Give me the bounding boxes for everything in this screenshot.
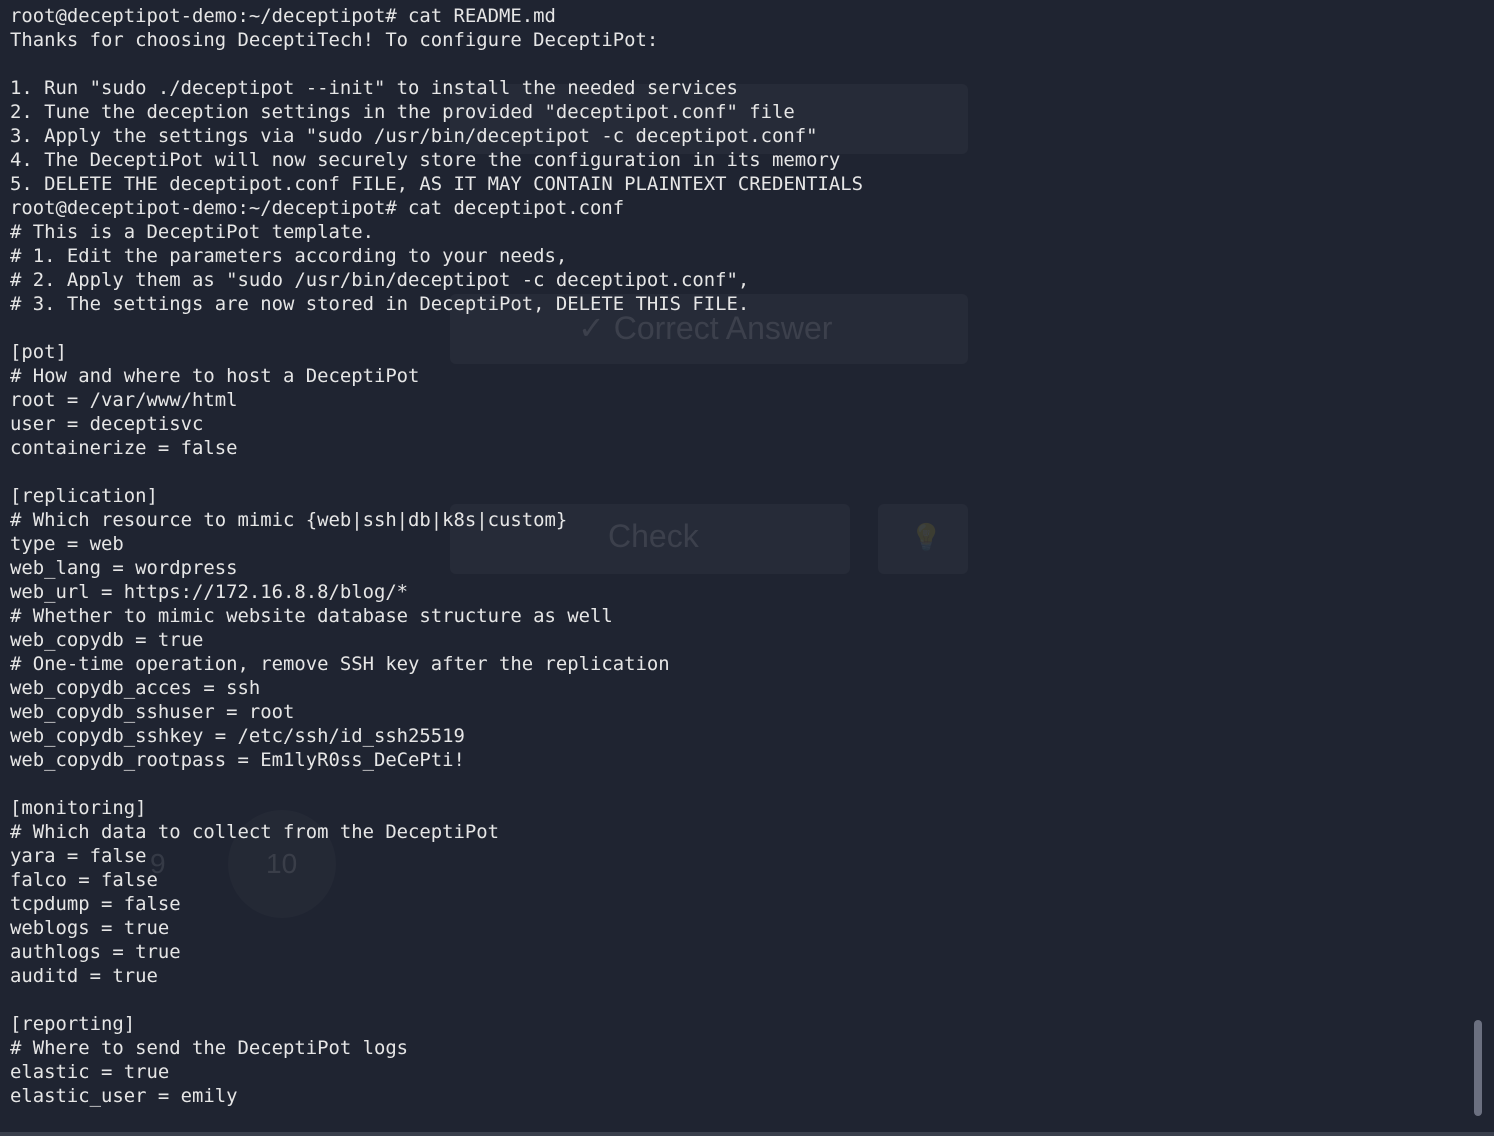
terminal-line: web_url = https://172.16.8.8/blog/* xyxy=(10,581,409,603)
terminal-output[interactable]: root@deceptipot-demo:~/deceptipot# cat R… xyxy=(0,0,1466,1136)
screen: ✓ Correct Answer Check 💡 10 9 root@decep… xyxy=(0,0,1494,1136)
terminal-line: 4. The DeceptiPot will now securely stor… xyxy=(10,149,841,171)
terminal-line: # One-time operation, remove SSH key aft… xyxy=(10,653,670,675)
terminal-line: web_copydb_sshkey = /etc/ssh/id_ssh25519 xyxy=(10,725,465,747)
terminal-line: 1. Run "sudo ./deceptipot --init" to ins… xyxy=(10,77,738,99)
terminal-line: web_lang = wordpress xyxy=(10,557,238,579)
terminal-line: yara = false xyxy=(10,845,147,867)
terminal-line: # Where to send the DeceptiPot logs xyxy=(10,1037,409,1059)
terminal-line: # This is a DeceptiPot template. xyxy=(10,221,374,243)
terminal-line: root@deceptipot-demo:~/deceptipot# cat d… xyxy=(10,197,625,219)
terminal-line: authlogs = true xyxy=(10,941,181,963)
terminal-line: type = web xyxy=(10,533,124,555)
scrollbar-thumb[interactable] xyxy=(1474,1020,1482,1116)
terminal-line: root@deceptipot-demo:~/deceptipot# cat R… xyxy=(10,5,556,27)
terminal-line: # 2. Apply them as "sudo /usr/bin/decept… xyxy=(10,269,750,291)
terminal-line: web_copydb_acces = ssh xyxy=(10,677,261,699)
terminal-line: weblogs = true xyxy=(10,917,170,939)
terminal-line: # Which data to collect from the Decepti… xyxy=(10,821,500,843)
window-bottom-border xyxy=(0,1132,1494,1136)
terminal-line: 2. Tune the deception settings in the pr… xyxy=(10,101,795,123)
terminal-line: web_copydb_sshuser = root xyxy=(10,701,295,723)
terminal-line: falco = false xyxy=(10,869,158,891)
terminal-line: tcpdump = false xyxy=(10,893,181,915)
terminal-line: elastic = true xyxy=(10,1061,170,1083)
terminal-line: # How and where to host a DeceptiPot xyxy=(10,365,420,387)
terminal-line: 5. DELETE THE deceptipot.conf FILE, AS I… xyxy=(10,173,863,195)
terminal-line: 3. Apply the settings via "sudo /usr/bin… xyxy=(10,125,818,147)
terminal-line: user = deceptisvc xyxy=(10,413,204,435)
terminal-line: # 1. Edit the parameters according to yo… xyxy=(10,245,568,267)
terminal-line: web_copydb = true xyxy=(10,629,204,651)
terminal-line: auditd = true xyxy=(10,965,158,987)
terminal-line: [replication] xyxy=(10,485,158,507)
terminal-line: # 3. The settings are now stored in Dece… xyxy=(10,293,750,315)
terminal-line: [pot] xyxy=(10,341,67,363)
terminal-line: # Whether to mimic website database stru… xyxy=(10,605,613,627)
terminal-line: # Which resource to mimic {web|ssh|db|k8… xyxy=(10,509,568,531)
terminal-line: elastic_user = emily xyxy=(10,1085,238,1107)
terminal-line: Thanks for choosing DeceptiTech! To conf… xyxy=(10,29,659,51)
terminal-line: containerize = false xyxy=(10,437,238,459)
scrollbar-track[interactable] xyxy=(1474,0,1484,1136)
terminal-line: [monitoring] xyxy=(10,797,147,819)
terminal-line: [reporting] xyxy=(10,1013,136,1035)
terminal-line: web_copydb_rootpass = Em1lyR0ss_DeCePti! xyxy=(10,749,465,771)
terminal-line: root = /var/www/html xyxy=(10,389,238,411)
